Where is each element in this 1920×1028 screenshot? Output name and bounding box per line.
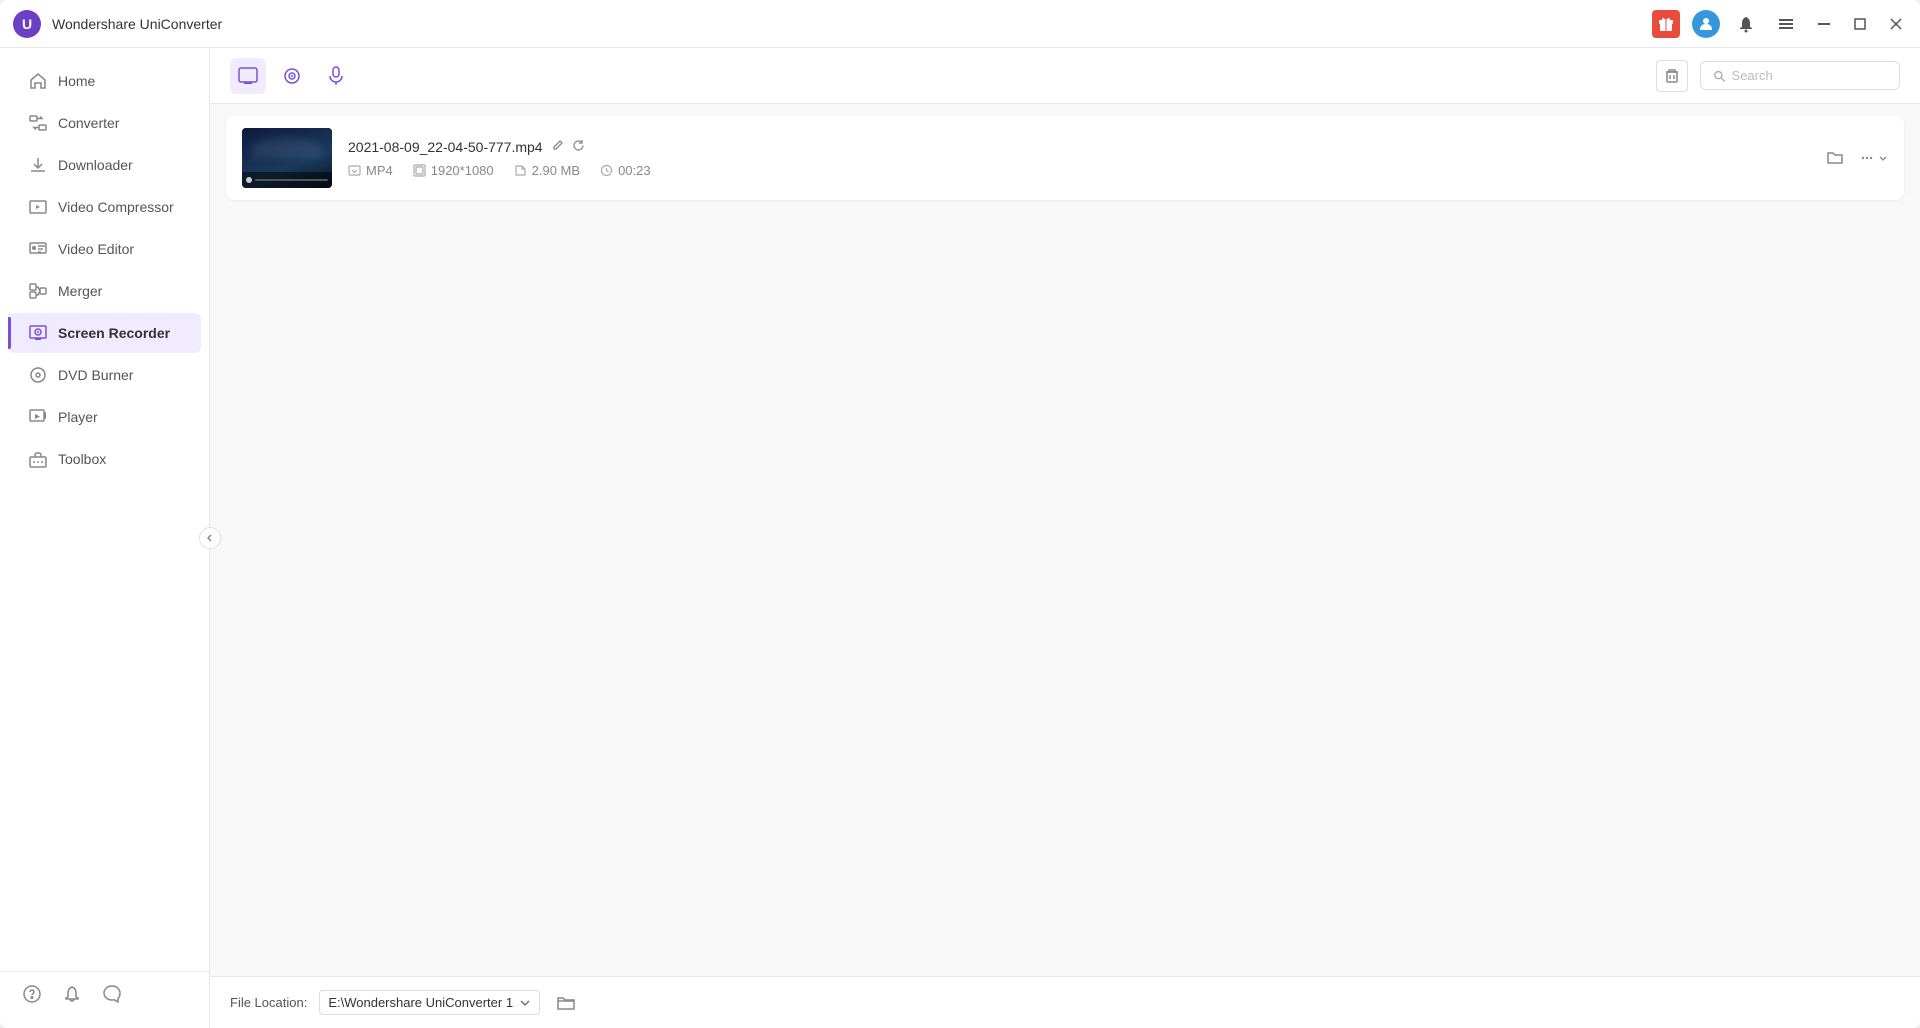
help-icon[interactable] xyxy=(20,982,44,1006)
bottom-bar: File Location: E:\Wondershare UniConvert… xyxy=(210,976,1920,1028)
sidebar: Home Converter xyxy=(0,48,210,1028)
toolbar-right xyxy=(1656,60,1900,92)
collapse-sidebar-button[interactable] xyxy=(199,527,221,549)
sidebar-bottom xyxy=(0,971,209,1016)
sidebar-item-video-compressor[interactable]: Video Compressor xyxy=(8,187,201,227)
search-icon xyxy=(1713,69,1726,83)
tab-screen-record[interactable] xyxy=(230,58,266,94)
file-format: MP4 xyxy=(348,163,393,178)
location-browse-button[interactable] xyxy=(552,989,580,1017)
file-size-value: 2.90 MB xyxy=(532,163,580,178)
more-options-button[interactable] xyxy=(1858,149,1888,167)
sidebar-item-merger-label: Merger xyxy=(58,283,102,299)
file-format-value: MP4 xyxy=(366,163,393,178)
merger-icon xyxy=(28,281,48,301)
sidebar-item-video-editor[interactable]: Video Editor xyxy=(8,229,201,269)
file-actions xyxy=(1820,143,1888,173)
format-icon xyxy=(348,164,361,177)
file-resolution-value: 1920*1080 xyxy=(431,163,494,178)
sidebar-item-screen-recorder-label: Screen Recorder xyxy=(58,325,170,341)
open-folder-button[interactable] xyxy=(1820,143,1850,173)
file-name: 2021-08-09_22-04-50-777.mp4 xyxy=(348,139,543,155)
more-options-chevron-icon xyxy=(1878,153,1888,163)
toolbox-icon xyxy=(28,449,48,469)
dvd-burner-icon xyxy=(28,365,48,385)
file-list: 2021-08-09_22-04-50-777.mp4 xyxy=(210,104,1920,976)
sidebar-item-dvd-burner[interactable]: DVD Burner xyxy=(8,355,201,395)
delete-button[interactable] xyxy=(1656,60,1688,92)
sidebar-item-player[interactable]: Player xyxy=(8,397,201,437)
resolution-icon xyxy=(413,164,426,177)
home-icon xyxy=(28,71,48,91)
app-title: Wondershare UniConverter xyxy=(52,16,1652,32)
title-bar-controls xyxy=(1652,10,1908,38)
feedback-icon[interactable] xyxy=(100,982,124,1006)
file-name-row: 2021-08-09_22-04-50-777.mp4 xyxy=(348,139,1804,155)
top-toolbar xyxy=(210,48,1920,104)
more-options-icon xyxy=(1858,149,1876,167)
player-icon xyxy=(28,407,48,427)
sidebar-item-downloader-label: Downloader xyxy=(58,157,133,173)
content-area: 2021-08-09_22-04-50-777.mp4 xyxy=(210,48,1920,1028)
sidebar-item-screen-recorder[interactable]: Screen Recorder xyxy=(8,313,201,353)
file-duration-value: 00:23 xyxy=(618,163,651,178)
tab-audio-record[interactable] xyxy=(318,58,354,94)
sidebar-item-home-label: Home xyxy=(58,73,95,89)
sidebar-item-dvd-burner-label: DVD Burner xyxy=(58,367,133,383)
file-info: 2021-08-09_22-04-50-777.mp4 xyxy=(348,139,1804,178)
duration-icon xyxy=(600,164,613,177)
file-item: 2021-08-09_22-04-50-777.mp4 xyxy=(226,116,1904,200)
notification-bell-icon[interactable] xyxy=(1732,10,1760,38)
video-editor-icon xyxy=(28,239,48,259)
refresh-icon[interactable] xyxy=(572,139,585,155)
sidebar-item-converter[interactable]: Converter xyxy=(8,103,201,143)
screen-recorder-icon xyxy=(28,323,48,343)
file-size: 2.90 MB xyxy=(514,163,580,178)
gift-icon[interactable] xyxy=(1652,10,1680,38)
sidebar-item-merger[interactable]: Merger xyxy=(8,271,201,311)
minimize-button[interactable] xyxy=(1812,12,1836,36)
file-location-value: E:\Wondershare UniConverter 1 xyxy=(328,995,513,1010)
video-compressor-icon xyxy=(28,197,48,217)
sidebar-item-video-editor-label: Video Editor xyxy=(58,241,134,257)
notification-icon[interactable] xyxy=(60,982,84,1006)
file-duration: 00:23 xyxy=(600,163,651,178)
location-dropdown-icon xyxy=(519,997,531,1009)
sidebar-item-video-compressor-label: Video Compressor xyxy=(58,199,174,215)
svg-text:U: U xyxy=(22,16,32,32)
sidebar-item-downloader[interactable]: Downloader xyxy=(8,145,201,185)
converter-icon xyxy=(28,113,48,133)
app-window: U Wondershare UniConverter xyxy=(0,0,1920,1028)
search-box[interactable] xyxy=(1700,61,1900,90)
edit-filename-icon[interactable] xyxy=(551,139,564,155)
app-logo: U xyxy=(12,9,42,39)
title-bar: U Wondershare UniConverter xyxy=(0,0,1920,48)
menu-icon[interactable] xyxy=(1772,10,1800,38)
restore-button[interactable] xyxy=(1848,12,1872,36)
size-icon xyxy=(514,164,527,177)
file-resolution: 1920*1080 xyxy=(413,163,494,178)
file-location-select[interactable]: E:\Wondershare UniConverter 1 xyxy=(319,990,540,1015)
search-input[interactable] xyxy=(1732,68,1887,83)
file-thumbnail xyxy=(242,128,332,188)
sidebar-item-converter-label: Converter xyxy=(58,115,119,131)
user-avatar-icon[interactable] xyxy=(1692,10,1720,38)
downloader-icon xyxy=(28,155,48,175)
sidebar-item-player-label: Player xyxy=(58,409,98,425)
main-layout: Home Converter xyxy=(0,48,1920,1028)
sidebar-item-toolbox-label: Toolbox xyxy=(58,451,106,467)
sidebar-item-toolbox[interactable]: Toolbox xyxy=(8,439,201,479)
tab-camera-record[interactable] xyxy=(274,58,310,94)
file-meta: MP4 1920*1080 xyxy=(348,163,1804,178)
close-button[interactable] xyxy=(1884,12,1908,36)
sidebar-item-home[interactable]: Home xyxy=(8,61,201,101)
file-location-label: File Location: xyxy=(230,995,307,1010)
